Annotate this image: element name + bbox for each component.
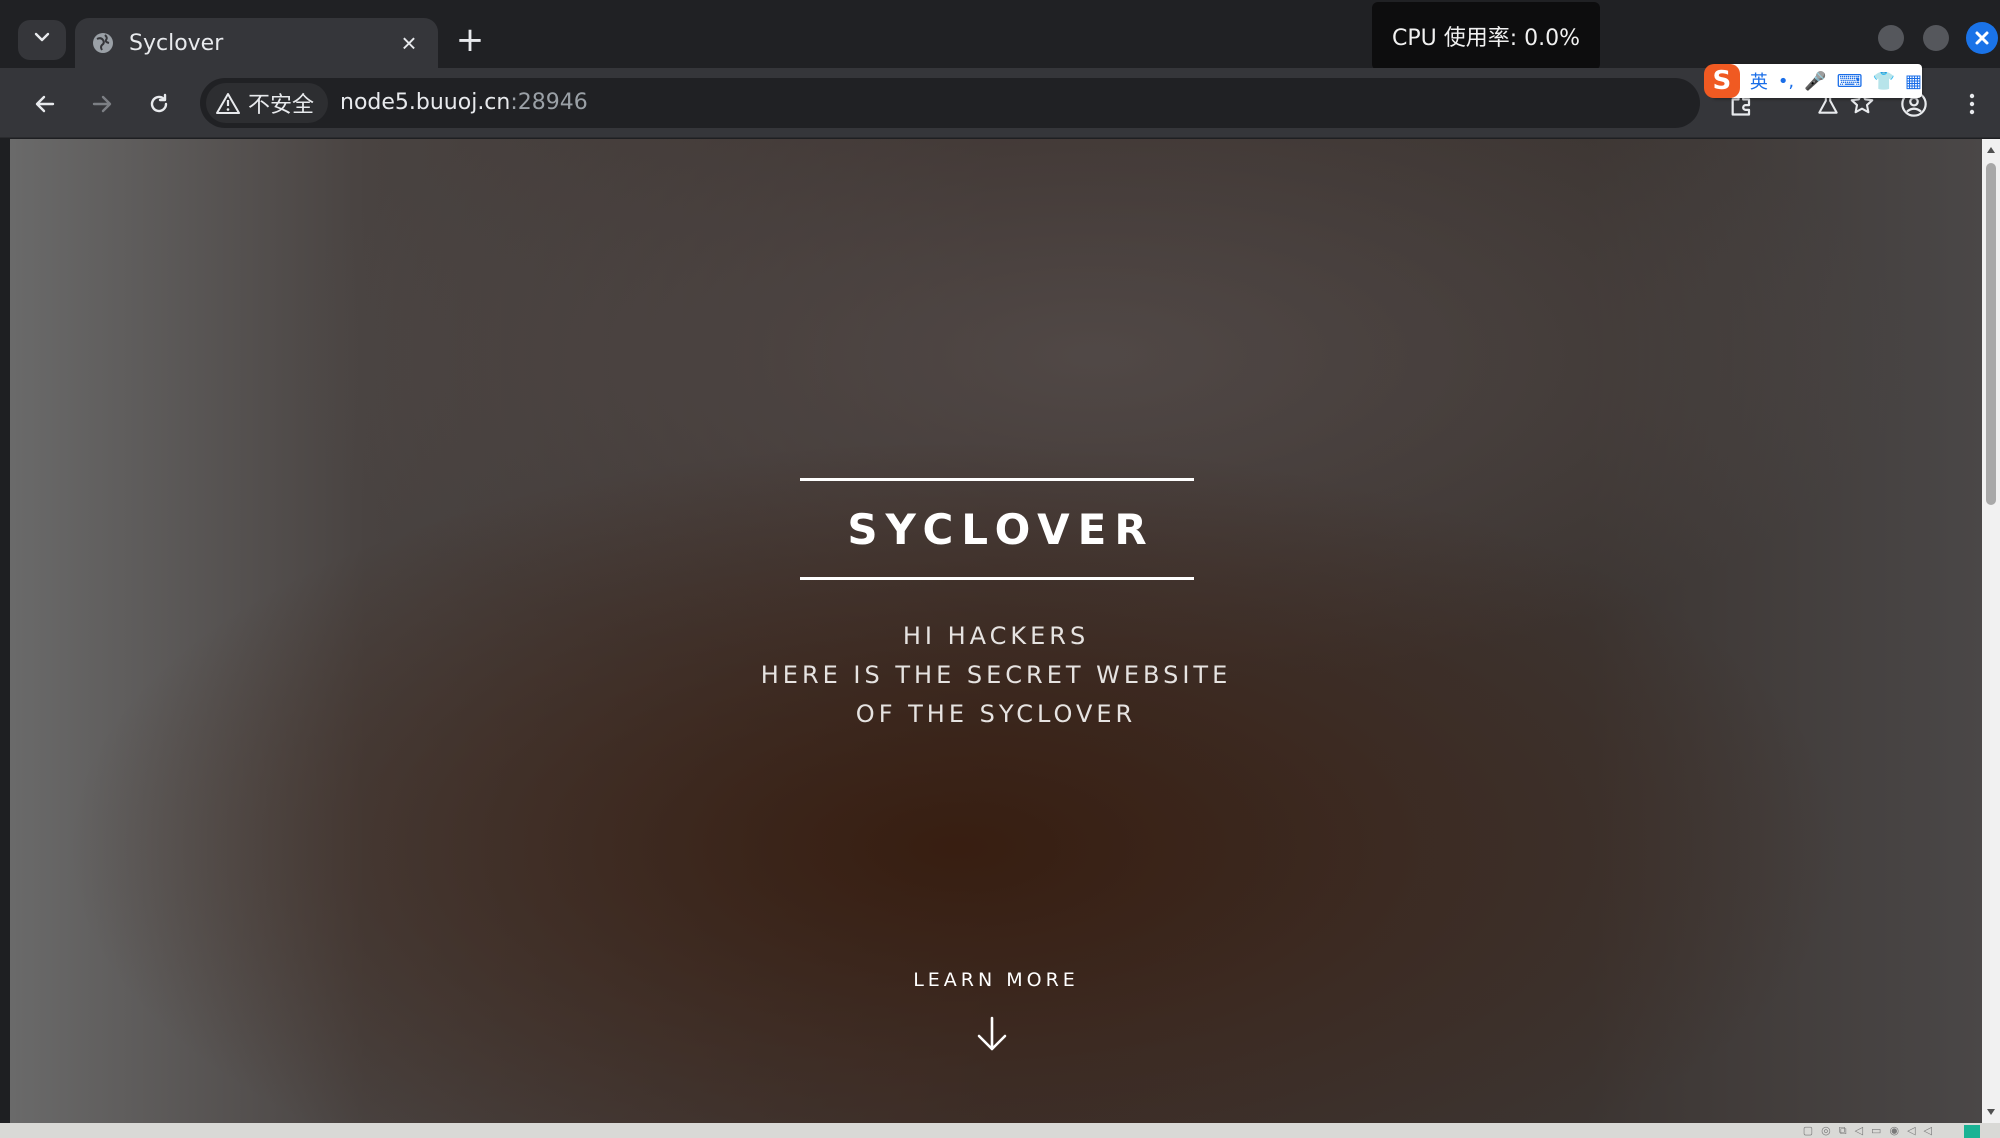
hero-subtitle: HI HACKERS HERE IS THE SECRET WEBSITE OF… — [596, 617, 1396, 734]
arrow-down-icon[interactable] — [975, 1015, 1009, 1053]
tab-syclover[interactable]: Syclover × — [75, 18, 438, 68]
learn-more-link[interactable]: LEARN MORE — [796, 969, 1196, 991]
warning-icon — [216, 93, 240, 114]
ime-punctuation[interactable]: •, — [1778, 71, 1794, 92]
tray-icon[interactable]: ▢ — [1803, 1125, 1821, 1137]
tab-strip: Syclover × + CPU 使用率: 0.0% — [0, 0, 2000, 70]
tray-icon[interactable]: ◁ — [1924, 1125, 1940, 1137]
minimize-button[interactable] — [1878, 25, 1904, 51]
tab-search-icon — [33, 28, 51, 52]
forward-button[interactable] — [80, 82, 124, 126]
menu-icon — [1969, 93, 1975, 115]
tray-icon[interactable]: ◎ — [1821, 1125, 1839, 1137]
triangle-down-icon — [1987, 1109, 1995, 1115]
tray-icon[interactable]: ◁ — [1855, 1125, 1871, 1137]
apps-icon[interactable]: ▦ — [1905, 71, 1922, 92]
ime-logo[interactable]: S — [1704, 64, 1740, 98]
forward-icon — [92, 95, 112, 113]
scroll-up-arrow[interactable] — [1982, 141, 2000, 159]
title-block: SYCLOVER — [800, 478, 1194, 580]
site-security-chip[interactable]: 不安全 — [206, 83, 329, 123]
plus-icon[interactable]: + — [454, 22, 486, 58]
tray-icon[interactable]: ▭ — [1871, 1125, 1889, 1137]
close-icon[interactable]: × — [396, 28, 422, 59]
skin-icon[interactable]: 👕 — [1873, 71, 1895, 92]
tab-search-button[interactable] — [18, 20, 66, 60]
security-label: 不安全 — [248, 92, 315, 117]
address-bar[interactable]: 不安全 node5.buuoj.cn:28946 — [200, 78, 1874, 128]
ime-toolbar[interactable]: S 英 •, 🎤 ⌨ 👕 ▦ — [1704, 64, 1922, 98]
back-button[interactable] — [23, 82, 67, 126]
scrollbar-thumb[interactable] — [1986, 163, 1996, 505]
page-scrollbar[interactable] — [1982, 139, 2000, 1123]
scroll-down-arrow[interactable] — [1982, 1103, 2000, 1121]
host-status-bar: ▢◎⧉◁▭◉◁◁ — [0, 1123, 2000, 1138]
back-icon — [35, 95, 55, 113]
menu-button[interactable] — [1950, 82, 1994, 126]
globe-icon — [91, 31, 115, 55]
tab-title: Syclover — [129, 30, 224, 56]
ime-mode[interactable]: 英 — [1750, 68, 1768, 94]
subtitle-line-1: HI HACKERS — [902, 622, 1090, 650]
cpu-usage-overlay: CPU 使用率: 0.0% — [1372, 2, 1600, 70]
browser-toolbar: 不安全 node5.buuoj.cn:28946 — [0, 68, 2000, 138]
tray-icon[interactable]: ◁ — [1907, 1125, 1923, 1137]
triangle-up-icon — [1987, 147, 1995, 153]
microphone-icon[interactable]: 🎤 — [1804, 71, 1826, 92]
url-port: :28946 — [510, 90, 588, 115]
close-icon — [1975, 31, 1989, 45]
subtitle-line-3: OF THE SYCLOVER — [855, 700, 1137, 728]
url-text[interactable]: node5.buuoj.cn:28946 — [340, 78, 588, 128]
tray-icon[interactable]: ⧉ — [1839, 1125, 1855, 1137]
site-title: SYCLOVER — [847, 504, 1155, 554]
tray-icons: ▢◎⧉◁▭◉◁◁ — [1803, 1124, 1940, 1138]
page-viewport: SYCLOVER HI HACKERS HERE IS THE SECRET W… — [10, 139, 1982, 1123]
subtitle-line-2: HERE IS THE SECRET WEBSITE — [760, 661, 1232, 689]
keyboard-icon[interactable]: ⌨ — [1837, 71, 1863, 92]
reload-button[interactable] — [137, 82, 181, 126]
tray-status-indicator — [1964, 1125, 1980, 1138]
window-close-button[interactable] — [1966, 22, 1998, 54]
maximize-button[interactable] — [1923, 25, 1949, 51]
hero-section: SYCLOVER HI HACKERS HERE IS THE SECRET W… — [10, 139, 1982, 1123]
tray-icon[interactable]: ◉ — [1889, 1125, 1907, 1137]
reload-icon — [150, 93, 168, 113]
url-host: node5.buuoj.cn — [340, 90, 511, 115]
